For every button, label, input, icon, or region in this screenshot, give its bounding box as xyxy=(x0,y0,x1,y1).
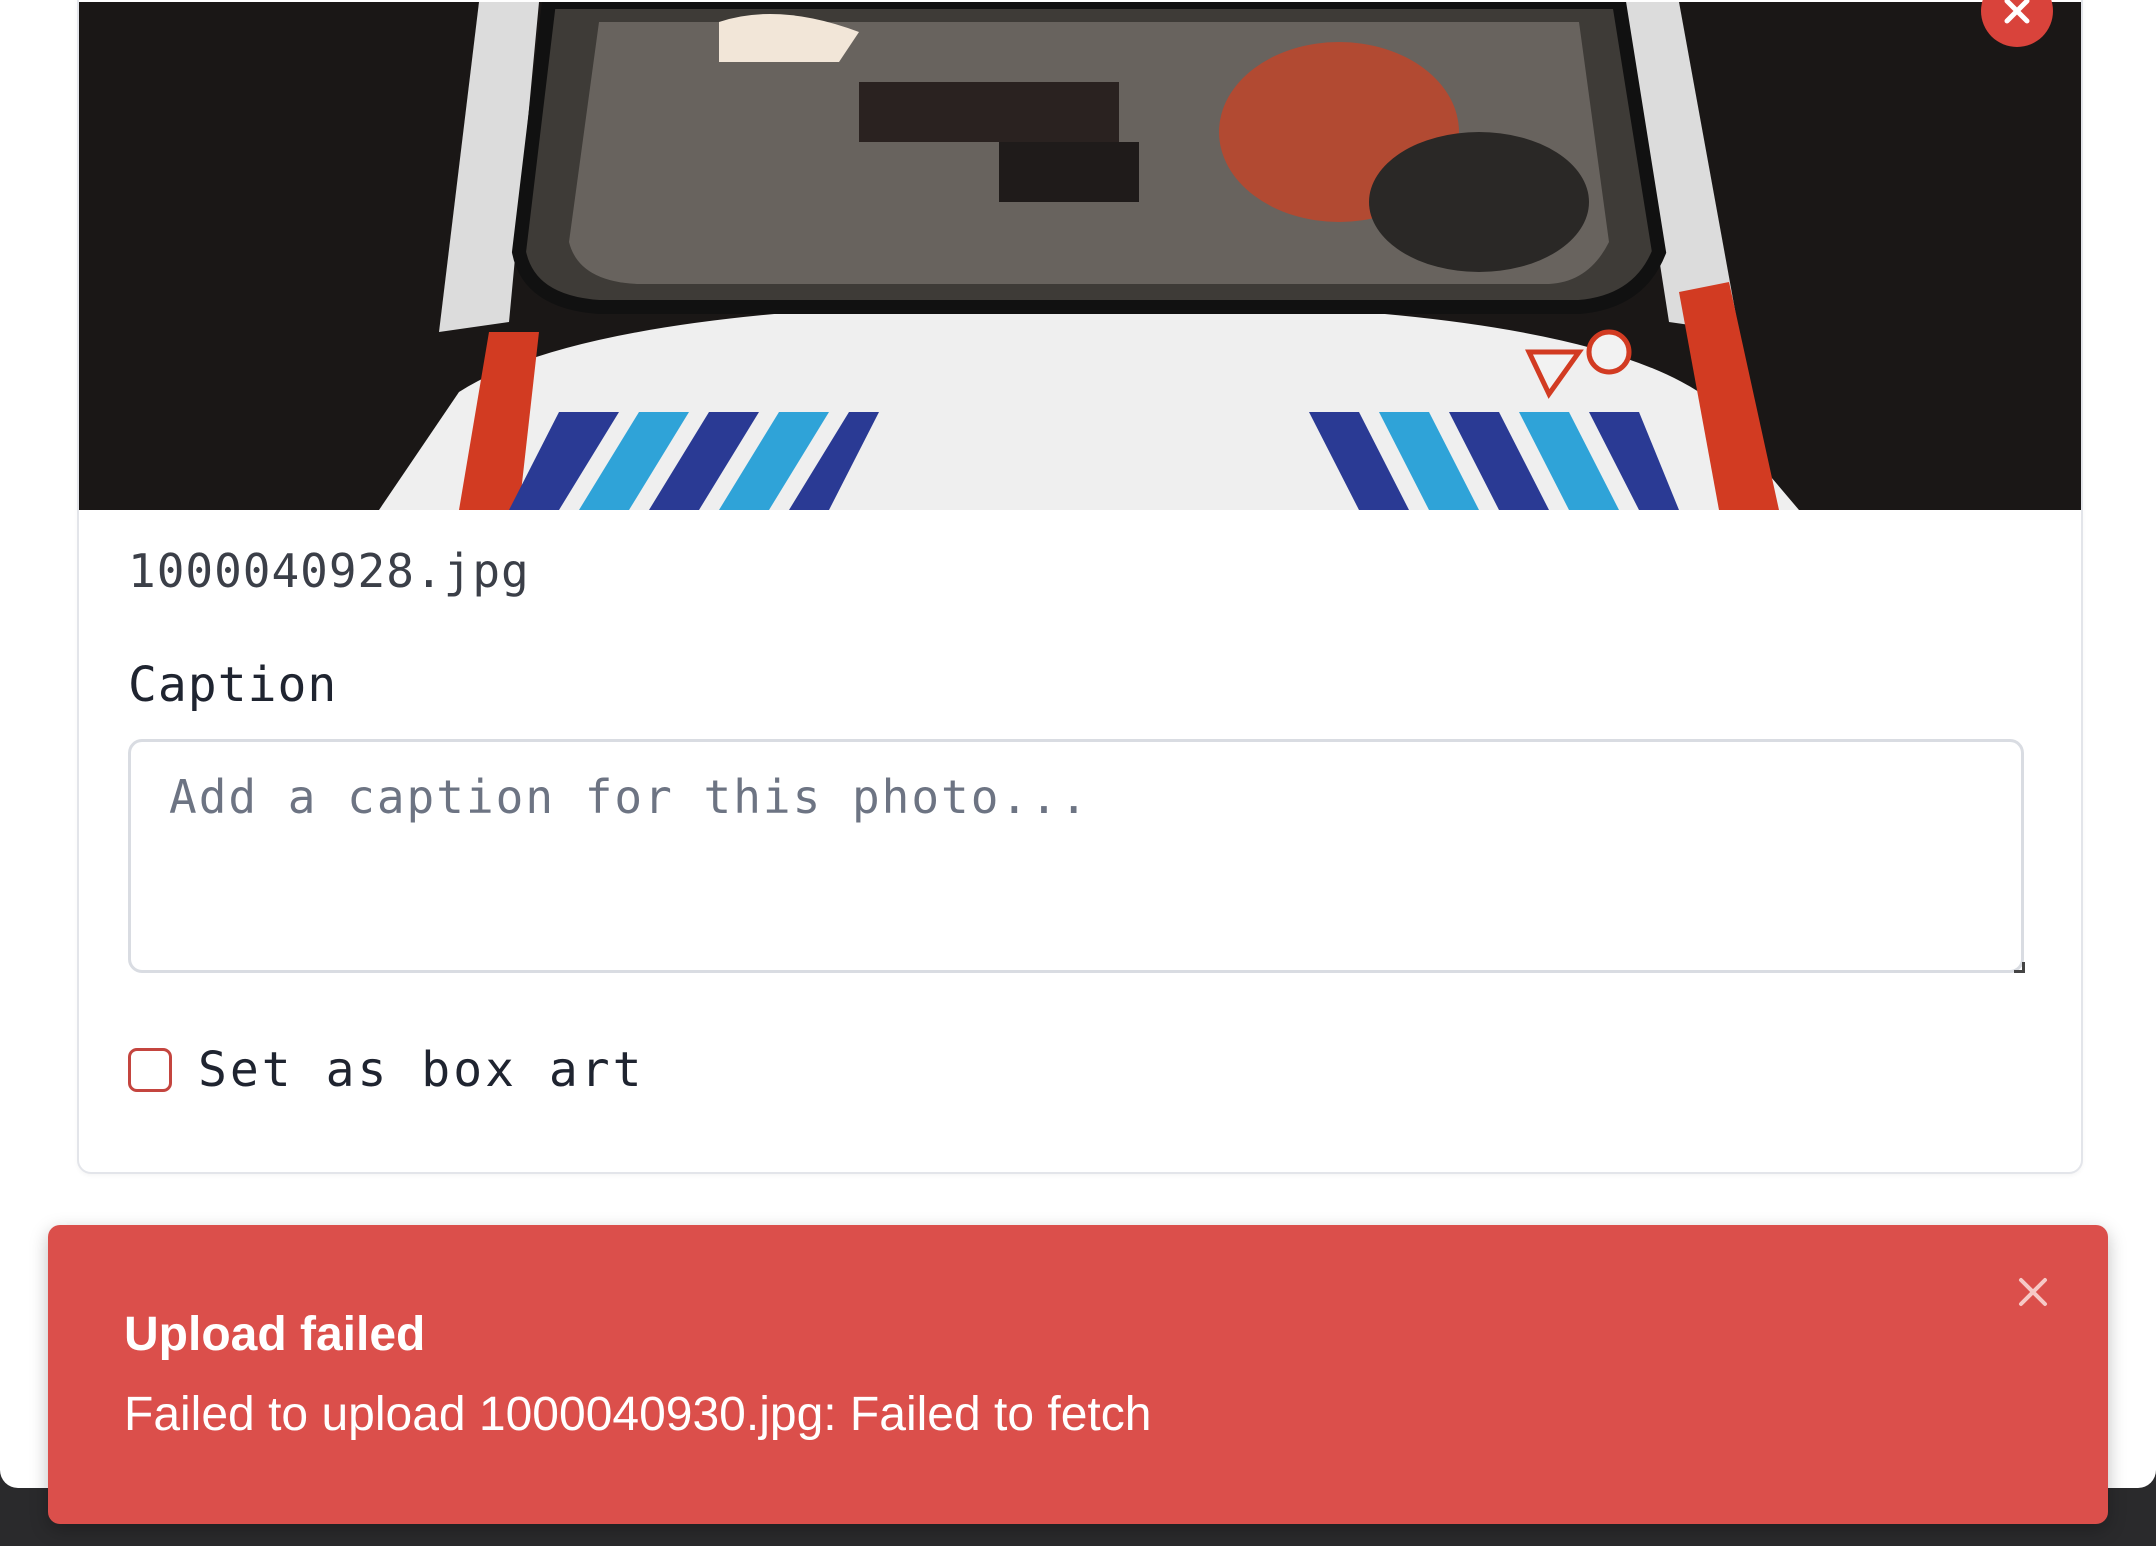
photo-card: 1000040928.jpg Caption Set as box art xyxy=(77,0,2083,1174)
dismiss-toast-button[interactable] xyxy=(2013,1272,2053,1312)
toast-message: Failed to upload 1000040930.jpg: Failed … xyxy=(124,1388,1152,1441)
box-art-checkbox[interactable] xyxy=(128,1048,172,1092)
close-icon xyxy=(2004,0,2030,24)
toast-title: Upload failed xyxy=(124,1308,426,1361)
photo-preview xyxy=(79,2,2081,510)
photo-filename: 1000040928.jpg xyxy=(128,544,530,598)
close-icon xyxy=(2019,1278,2047,1306)
caption-input[interactable] xyxy=(128,739,2024,973)
textarea-resize-handle[interactable] xyxy=(2014,962,2025,973)
box-art-option[interactable]: Set as box art xyxy=(128,1042,645,1098)
box-art-label: Set as box art xyxy=(198,1042,645,1098)
caption-label: Caption xyxy=(128,657,338,713)
error-toast: Upload failed Failed to upload 100004093… xyxy=(48,1225,2108,1524)
photo-preview-image xyxy=(79,2,2081,510)
